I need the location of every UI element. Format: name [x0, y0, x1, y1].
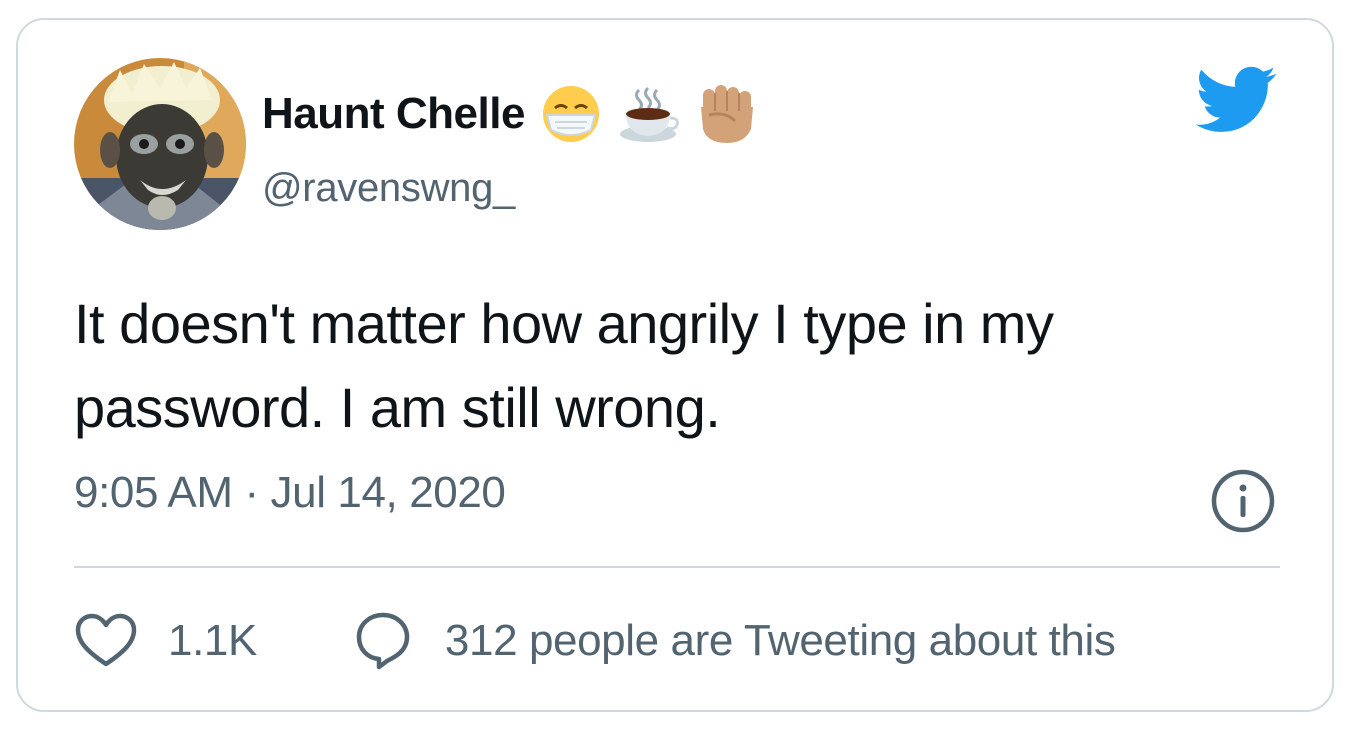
- hot-beverage-emoji-icon: [617, 84, 679, 144]
- raised-fist-emoji-icon: [695, 81, 757, 147]
- speech-bubble-icon: [351, 611, 415, 671]
- heart-icon: [74, 612, 138, 670]
- author-display-name[interactable]: Haunt Chelle: [262, 89, 525, 139]
- tweet-timestamp[interactable]: 9:05 AM · Jul 14, 2020: [74, 468, 506, 518]
- conversation-label: 312 people are Tweeting about this: [444, 616, 1116, 665]
- like-count: 1.1K: [168, 616, 257, 665]
- info-icon[interactable]: [1210, 468, 1276, 539]
- divider: [74, 566, 1280, 568]
- tweet-card[interactable]: Haunt Chelle @ravenswng_ It doesn't matt…: [16, 18, 1334, 712]
- tweet-text: It doesn't matter how angrily I type in …: [74, 292, 1054, 439]
- tweet-actions: 1.1K 312 people are Tweeting about this: [74, 606, 1116, 676]
- face-with-medical-mask-emoji-icon: [541, 84, 601, 144]
- like-button[interactable]: 1.1K: [74, 612, 257, 670]
- twitter-bird-icon[interactable]: [1194, 66, 1278, 139]
- avatar[interactable]: [74, 58, 246, 230]
- author-handle[interactable]: @ravenswng_: [262, 166, 515, 211]
- author-name-row: Haunt Chelle: [262, 78, 757, 150]
- reply-conversation-link[interactable]: 312 people are Tweeting about this: [351, 611, 1116, 671]
